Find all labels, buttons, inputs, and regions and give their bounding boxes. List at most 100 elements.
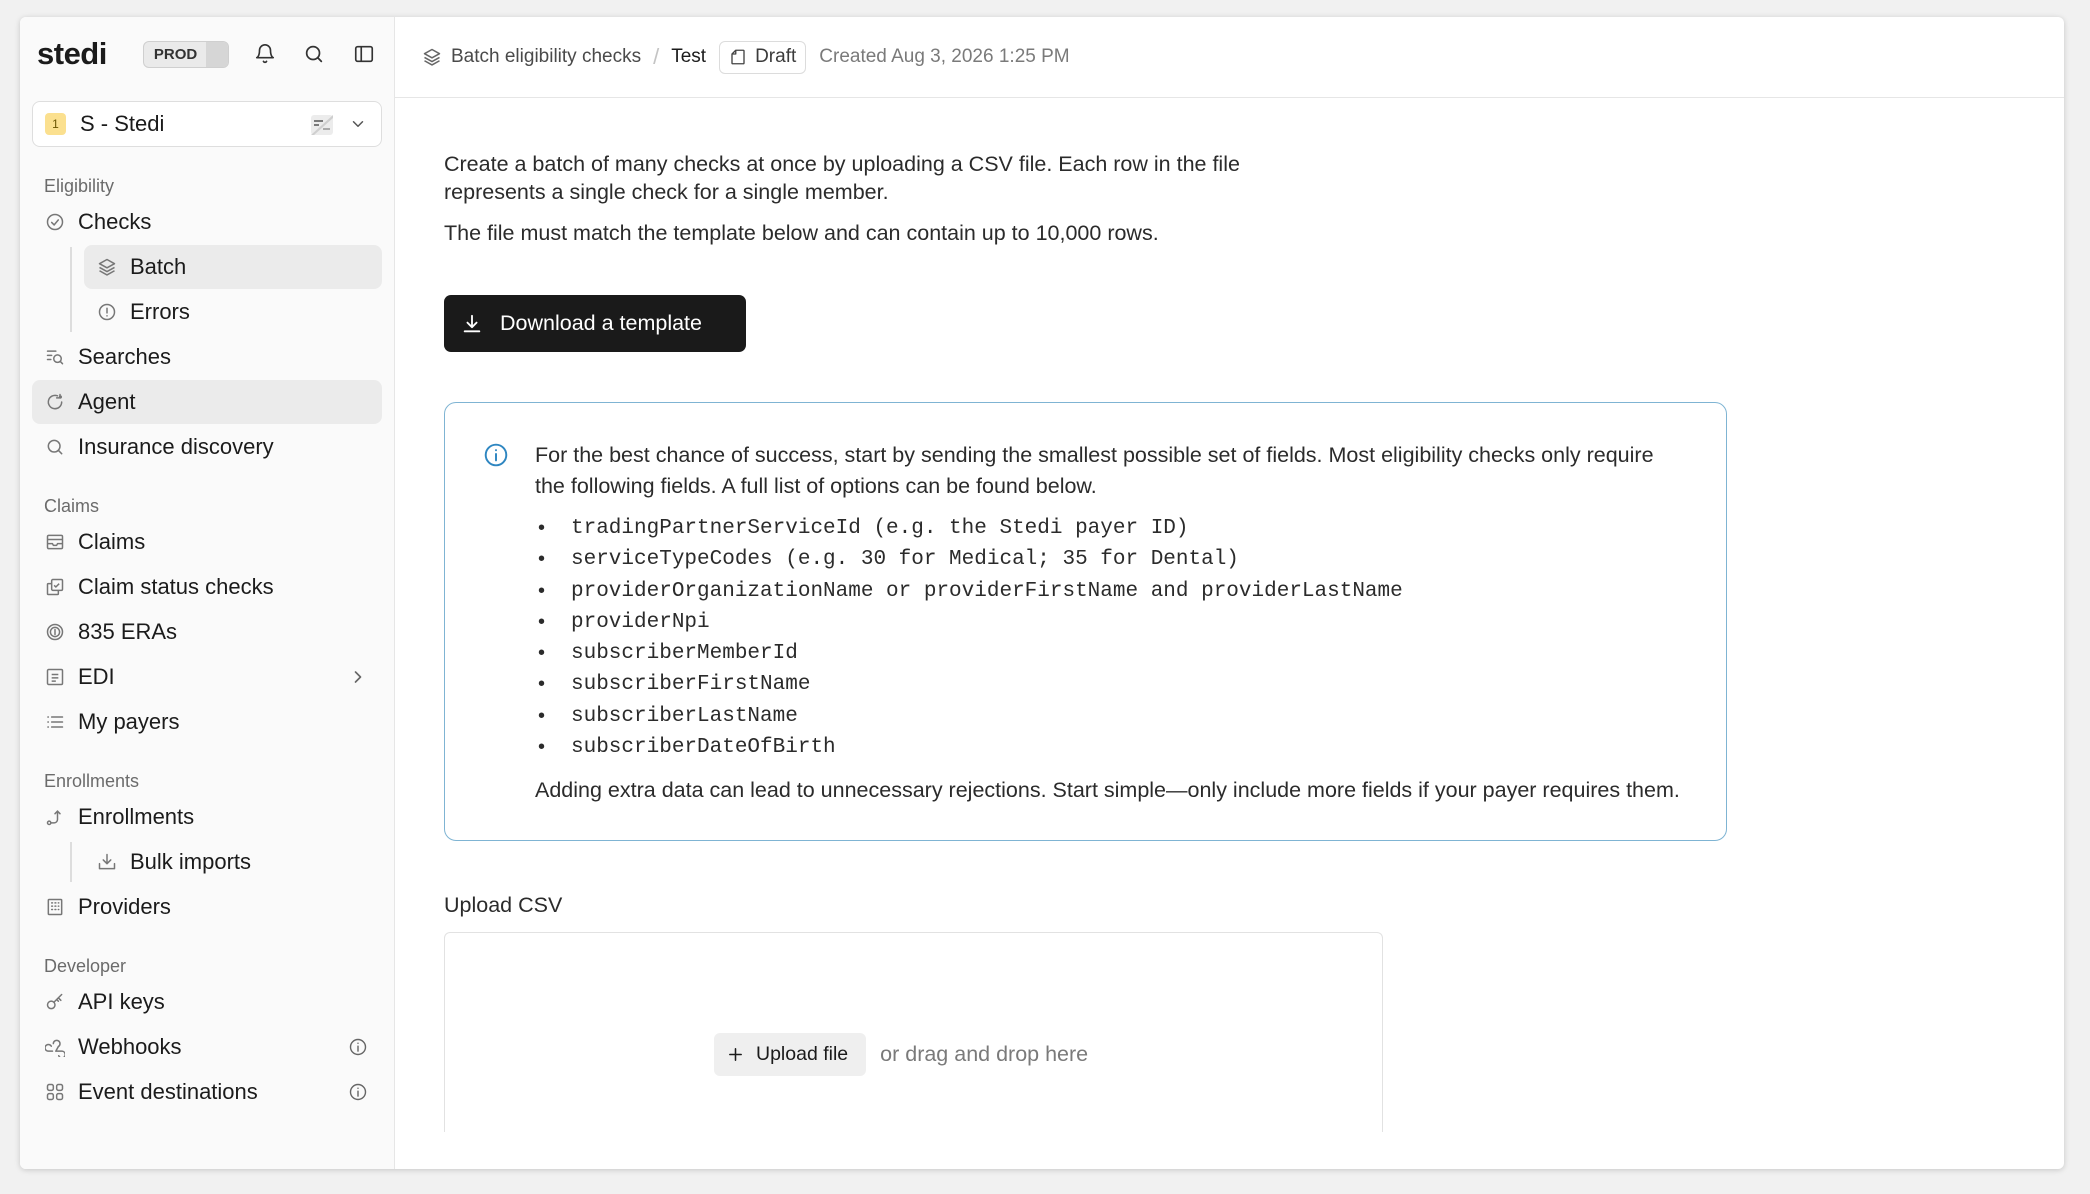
alert-circle-icon <box>96 301 118 323</box>
sidebar-item-label: Claims <box>78 529 146 554</box>
section-label-enrollments: Enrollments <box>44 771 140 791</box>
sidebar-item-agent[interactable]: Agent <box>32 380 382 424</box>
list-item: providerNpi <box>535 607 1686 639</box>
checks-subnav: Batch Errors <box>70 245 382 334</box>
sidebar-item-label: 835 ERAs <box>78 619 178 644</box>
sidebar-item-webhooks[interactable]: Webhooks <box>32 1025 382 1069</box>
draft-file-icon <box>731 49 745 65</box>
sidebar-item-bulk-imports[interactable]: Bulk imports <box>84 840 382 884</box>
search-list-icon <box>44 346 66 368</box>
grid-nodes-icon <box>44 1081 66 1103</box>
sidebar-item-label: Claim status checks <box>78 574 274 599</box>
info-icon[interactable] <box>348 1037 368 1057</box>
sidebar-item-label: Batch <box>130 254 187 279</box>
sidebar-item-enrollments[interactable]: Enrollments <box>32 795 382 839</box>
sidebar-item-label: Providers <box>78 894 171 919</box>
info-callout: For the best chance of success, start by… <box>444 402 1727 842</box>
chevron-right-icon <box>354 671 362 683</box>
sidebar-item-label: Insurance discovery <box>78 434 274 459</box>
env-toggle[interactable]: PROD <box>142 40 229 68</box>
breadcrumb-separator: / <box>653 44 660 69</box>
sidebar-item-835-eras[interactable]: 835 ERAs <box>32 610 382 654</box>
sidebar-toggle-icon[interactable] <box>350 40 378 68</box>
sidebar-item-claim-status-checks[interactable]: Claim status checks <box>32 565 382 609</box>
sidebar-item-label: API keys <box>78 989 165 1014</box>
org-name: S - Stedi <box>80 111 165 136</box>
sidebar-item-insurance-discovery[interactable]: Insurance discovery <box>32 425 382 469</box>
route-icon <box>44 806 66 828</box>
sidebar-item-errors[interactable]: Errors <box>84 290 382 334</box>
main-content: Batch eligibility checks / Test Draft Cr… <box>395 17 2064 1169</box>
list-icon <box>44 711 66 733</box>
plus-icon <box>729 1048 742 1062</box>
list-item: subscriberLastName <box>535 701 1686 733</box>
sidebar-item-label: Bulk imports <box>130 849 252 874</box>
file-code-icon <box>44 666 66 688</box>
list-item: serviceTypeCodes (e.g. 30 for Medical; 3… <box>535 544 1686 576</box>
sidebar-item-event-destinations[interactable]: Event destinations <box>32 1070 382 1114</box>
bell-icon[interactable] <box>251 40 279 68</box>
list-item: subscriberDateOfBirth <box>535 732 1686 764</box>
building-icon <box>44 896 66 918</box>
org-selector[interactable]: 1 S - Stedi <box>32 101 382 147</box>
upload-file-button[interactable]: Upload file <box>714 1033 867 1077</box>
status-badge: Draft <box>719 40 807 74</box>
coin-icon <box>44 621 66 643</box>
sidebar-item-providers[interactable]: Providers <box>32 885 382 929</box>
section-label-developer: Developer <box>44 956 127 976</box>
org-number-badge: 1 <box>45 113 66 135</box>
inbox-icon <box>44 531 66 553</box>
sidebar-item-my-payers[interactable]: My payers <box>32 700 382 744</box>
section-label-eligibility: Eligibility <box>44 176 115 196</box>
sidebar-item-api-keys[interactable]: API keys <box>32 980 382 1024</box>
download-template-button[interactable]: Download a template <box>444 295 746 352</box>
sidebar-item-searches[interactable]: Searches <box>32 335 382 379</box>
sidebar-item-claims[interactable]: Claims <box>32 520 382 564</box>
layers-icon <box>96 256 118 278</box>
check-circle-icon <box>44 211 66 233</box>
theme-toggle-icon[interactable] <box>309 112 335 138</box>
key-icon <box>44 991 66 1013</box>
sidebar-item-label: Enrollments <box>78 804 195 829</box>
drag-drop-hint: or drag and drop here <box>880 1042 1089 1067</box>
stedi-logo[interactable]: stedi <box>37 36 107 72</box>
sidebar-item-edi[interactable]: EDI <box>32 655 382 699</box>
webhook-icon <box>44 1036 66 1058</box>
sidebar-item-checks[interactable]: Checks <box>32 200 382 244</box>
app-window: stedi PROD 1 S - Stedi Eligibility Check… <box>20 17 2064 1169</box>
sidebar-item-label: Searches <box>78 344 171 369</box>
required-fields-list: tradingPartnerServiceId (e.g. the Stedi … <box>535 513 1686 764</box>
info-icon <box>484 443 508 467</box>
upload-controls: Upload file or drag and drop here <box>714 1033 1089 1077</box>
sidebar-item-label: Webhooks <box>78 1034 182 1059</box>
chevron-down-icon <box>352 121 364 127</box>
page-header: Batch eligibility checks / Test Draft Cr… <box>395 17 2064 98</box>
sidebar-item-label: Agent <box>78 389 136 414</box>
sidebar-item-label: EDI <box>78 664 115 689</box>
breadcrumb-current: Test <box>671 46 707 67</box>
info-icon[interactable] <box>348 1082 368 1102</box>
download-tray-icon <box>96 851 118 873</box>
status-badge-label: Draft <box>755 46 797 67</box>
sidebar-item-label: Checks <box>78 209 152 234</box>
csv-dropzone[interactable]: Upload file or drag and drop here <box>444 932 1383 1133</box>
download-icon <box>463 314 481 332</box>
search-icon <box>44 436 66 458</box>
batch-content: Create a batch of many checks at once by… <box>395 98 2064 1133</box>
section-label-claims: Claims <box>44 496 100 516</box>
sidebar-nav: Eligibility Checks Batch Errors Searches… <box>20 173 394 1114</box>
created-timestamp: Created Aug 3, 2026 1:25 PM <box>819 46 1070 67</box>
list-item: tradingPartnerServiceId (e.g. the Stedi … <box>535 513 1686 545</box>
layers-icon <box>423 48 441 66</box>
upload-csv-label: Upload CSV <box>444 893 563 918</box>
sidebar-header: stedi PROD <box>20 17 394 91</box>
sidebar: stedi PROD 1 S - Stedi Eligibility Check… <box>20 17 395 1169</box>
search-icon[interactable] <box>301 40 329 68</box>
intro-text: Create a batch of many checks at once by… <box>444 152 1240 204</box>
copy-check-icon <box>44 576 66 598</box>
sidebar-item-batch[interactable]: Batch <box>84 245 382 289</box>
list-item: subscriberMemberId <box>535 638 1686 670</box>
agent-icon <box>44 391 66 413</box>
breadcrumb-root[interactable]: Batch eligibility checks <box>422 46 641 68</box>
sidebar-item-label: Errors <box>130 299 190 324</box>
